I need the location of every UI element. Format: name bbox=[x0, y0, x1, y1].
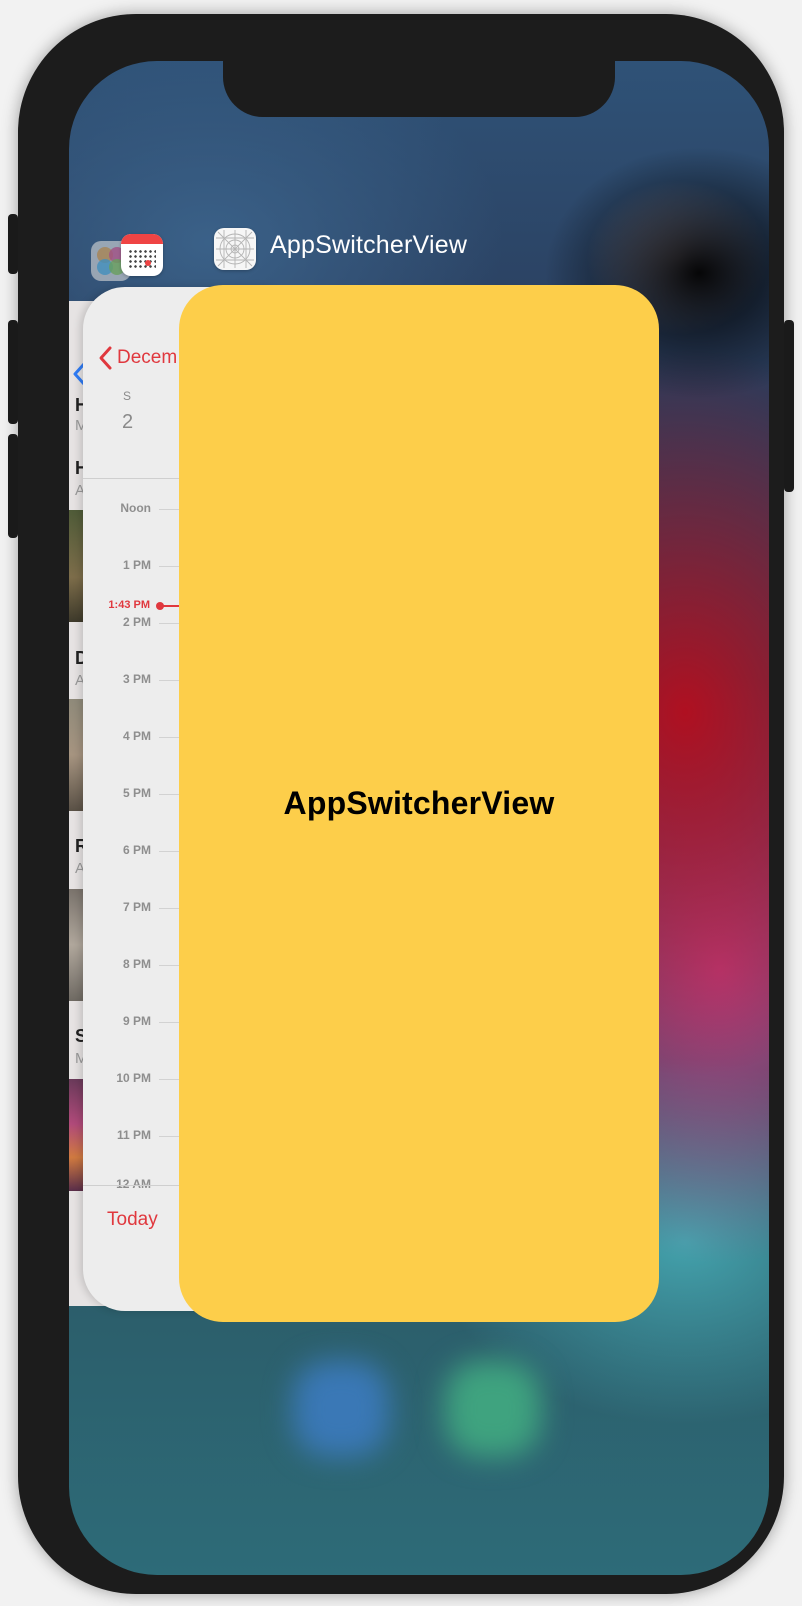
hour-label: 1 PM bbox=[122, 558, 151, 572]
dock-icon-blur bbox=[293, 1361, 389, 1457]
calendar-app-icon bbox=[121, 234, 163, 276]
appswitcherview-card[interactable]: AppSwitcherView bbox=[179, 285, 659, 1322]
hour-label: 4 PM bbox=[122, 729, 151, 743]
app-title: AppSwitcherView bbox=[270, 231, 468, 259]
hour-label: 8 PM bbox=[122, 957, 151, 971]
appswitcherview-app-icon bbox=[214, 228, 256, 270]
calendar-back-label: Decem bbox=[117, 347, 178, 368]
iphone-frame: H M H A D A R A S M Decem S 2 Noon 1 PM bbox=[8, 14, 794, 1594]
hour-label: 2 PM bbox=[122, 615, 151, 629]
hour-label: 3 PM bbox=[122, 672, 151, 686]
hour-label: Noon bbox=[120, 501, 151, 515]
hour-label: 6 PM bbox=[122, 843, 151, 857]
hour-label: 9 PM bbox=[122, 1014, 151, 1028]
back-chevron-icon bbox=[99, 346, 112, 370]
hour-label: 5 PM bbox=[122, 786, 151, 800]
notch bbox=[223, 61, 615, 117]
hour-label: 7 PM bbox=[122, 900, 151, 914]
today-button: Today bbox=[107, 1209, 158, 1230]
hour-label: 12 AM bbox=[116, 1177, 151, 1191]
day-number: 2 bbox=[122, 411, 134, 433]
card-label: AppSwitcherView bbox=[283, 785, 555, 821]
side-button bbox=[784, 320, 794, 492]
current-time-label: 1:43 PM bbox=[108, 599, 150, 611]
action-button bbox=[8, 214, 18, 274]
app-switcher-screen: H M H A D A R A S M Decem S 2 Noon 1 PM bbox=[69, 61, 769, 1575]
hour-label: 10 PM bbox=[116, 1071, 151, 1085]
volume-down-button bbox=[8, 434, 18, 538]
volume-up-button bbox=[8, 320, 18, 424]
hour-label: 11 PM bbox=[116, 1128, 151, 1142]
calendar-back-button: Decem bbox=[97, 345, 177, 371]
dock-icon-blur bbox=[445, 1361, 541, 1457]
weekday-label: S bbox=[123, 389, 132, 403]
